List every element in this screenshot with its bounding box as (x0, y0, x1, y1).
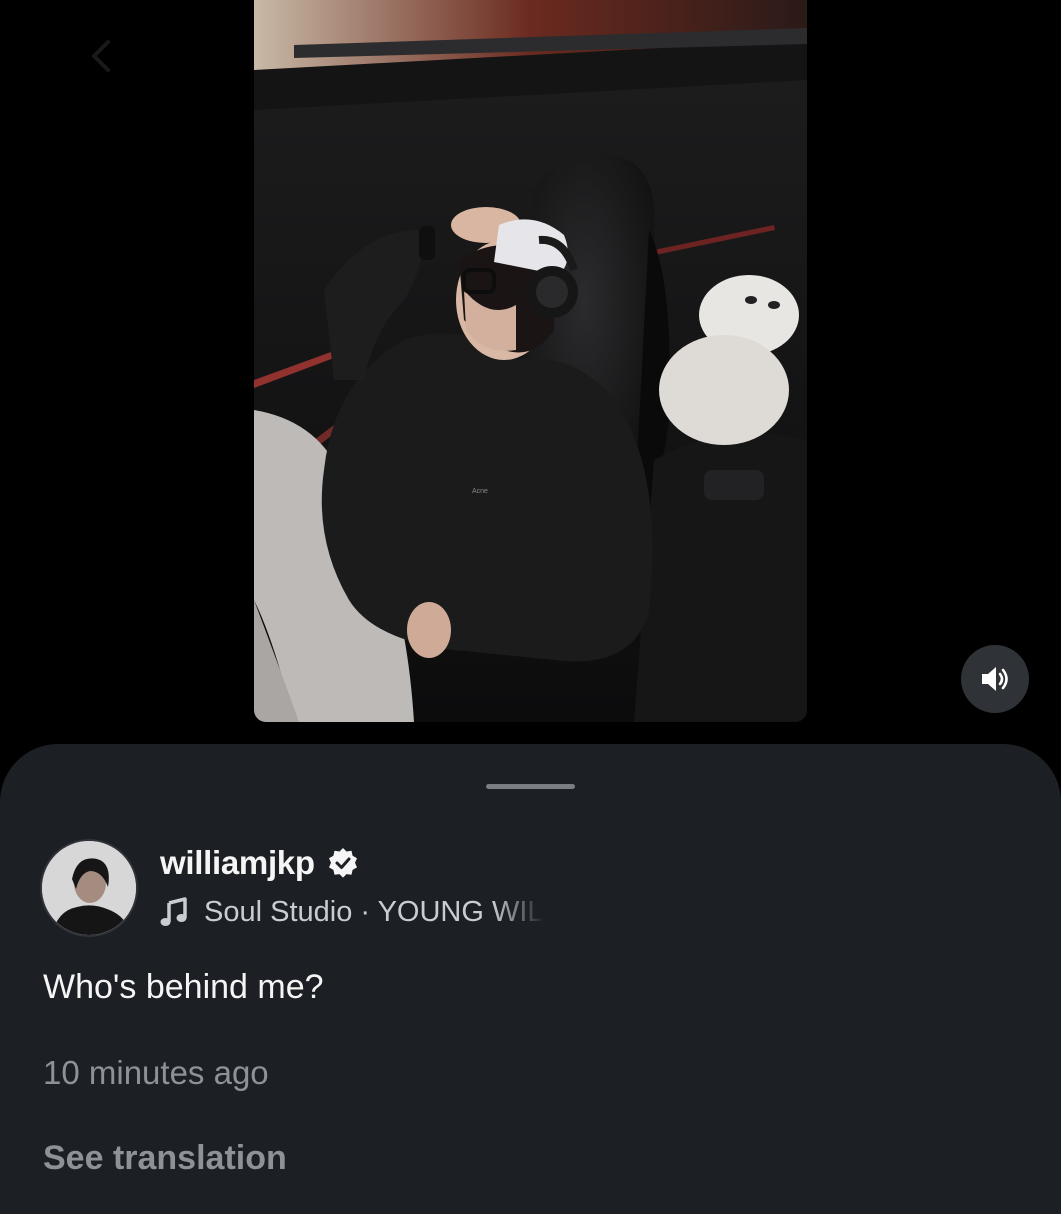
audio-separator: · (352, 895, 378, 928)
audio-attribution[interactable]: Soul Studio · YOUNG WIL (160, 892, 600, 932)
post-photo[interactable]: Acne (254, 0, 807, 722)
post-caption: Who's behind me? (43, 968, 324, 1006)
username-row: williamjkp (160, 842, 359, 884)
post-timestamp: 10 minutes ago (43, 1054, 269, 1091)
svg-text:Acne: Acne (472, 488, 488, 495)
verified-badge-icon (328, 848, 357, 878)
avatar[interactable] (42, 841, 136, 935)
audio-source: Soul Studio (204, 895, 353, 928)
username[interactable]: williamjkp (160, 844, 315, 882)
drag-handle[interactable] (486, 784, 575, 789)
back-arrow-icon[interactable] (86, 36, 116, 76)
media-viewer: Acne (0, 0, 1061, 760)
speaker-icon (982, 667, 1008, 691)
audio-label: Soul Studio · YOUNG WIL (204, 896, 544, 929)
audio-title: YOUNG WIL (377, 895, 544, 928)
post-details-sheet[interactable]: williamjkp Soul Studio · YOUNG WIL Who's… (0, 744, 1061, 1214)
see-translation-link[interactable]: See translation (43, 1139, 287, 1178)
sound-toggle-button[interactable] (961, 645, 1029, 713)
music-note-icon (160, 897, 187, 926)
